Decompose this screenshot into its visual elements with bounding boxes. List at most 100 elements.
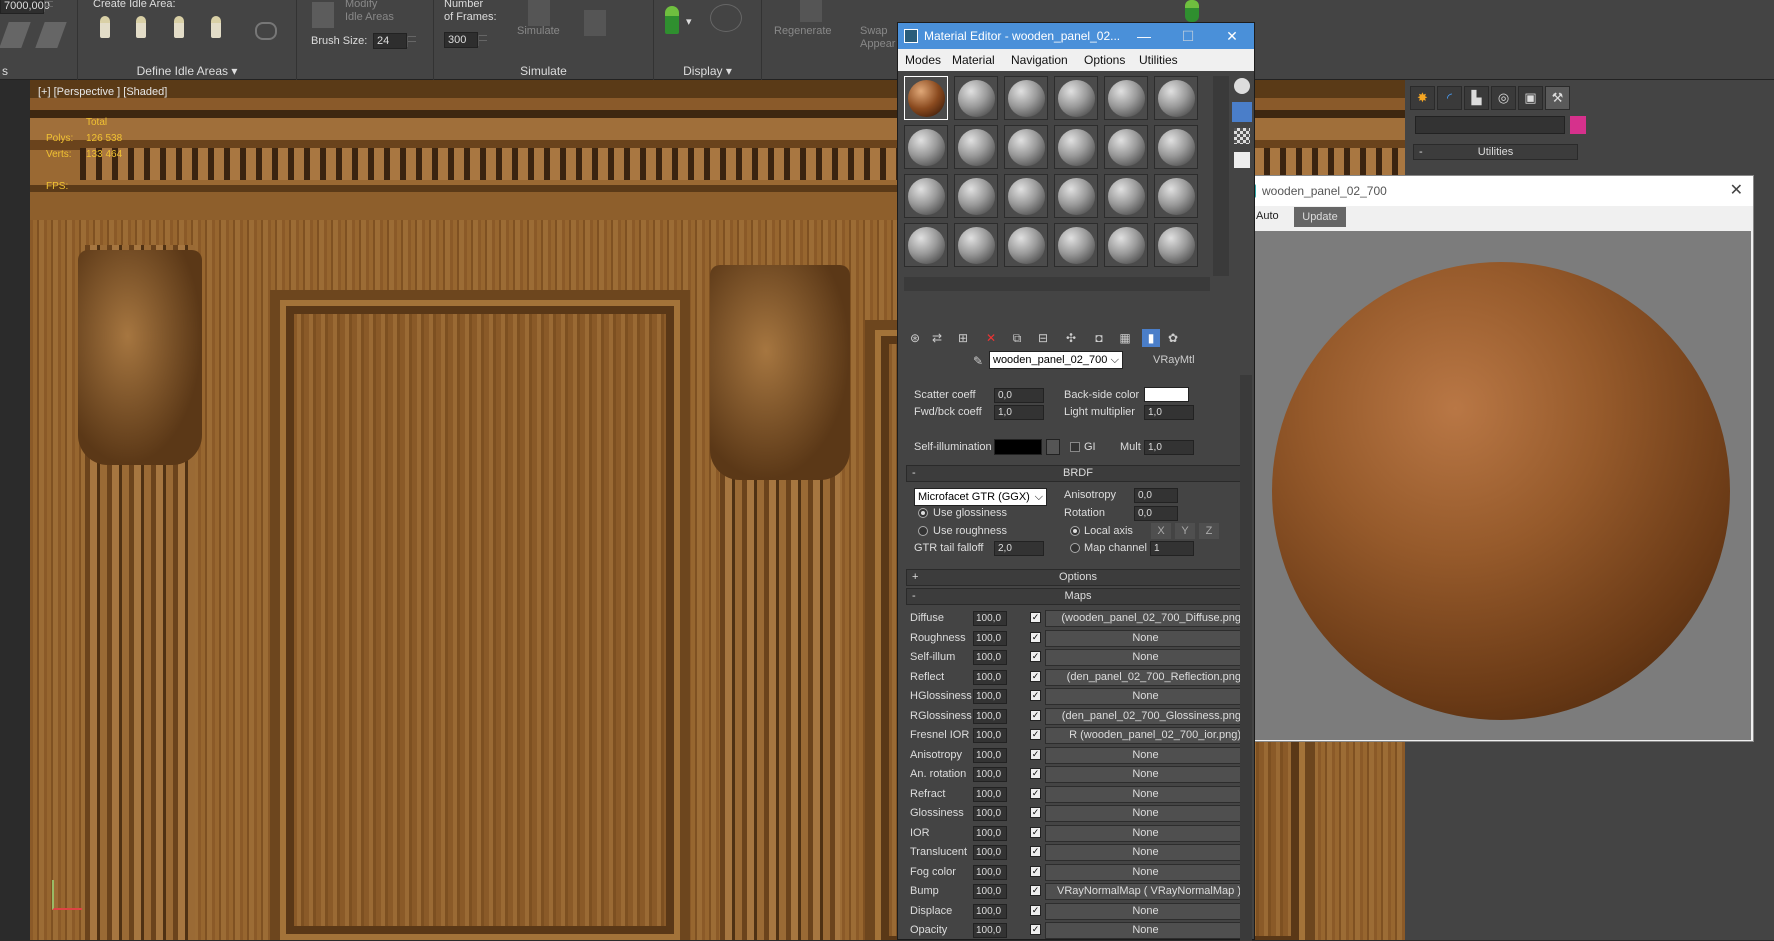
self-illumination-map-button[interactable] bbox=[1046, 439, 1060, 455]
backlight-icon[interactable] bbox=[1232, 102, 1252, 122]
map-amount-field[interactable]: 100,0 bbox=[973, 630, 1007, 646]
axis-y-button[interactable]: Y bbox=[1175, 523, 1195, 539]
material-slot[interactable] bbox=[954, 174, 998, 218]
material-slot[interactable] bbox=[1054, 76, 1098, 120]
menu-navigation[interactable]: Navigation bbox=[1011, 53, 1068, 67]
map-slot-button[interactable]: None bbox=[1045, 844, 1246, 861]
put-to-library-icon[interactable]: ⊟ bbox=[1034, 329, 1052, 347]
gi-checkbox[interactable] bbox=[1070, 442, 1080, 452]
name-field[interactable] bbox=[1415, 116, 1565, 134]
simulate-button[interactable]: Simulate bbox=[517, 25, 560, 38]
material-slot[interactable] bbox=[1004, 125, 1048, 169]
parameters-scrollbar[interactable] bbox=[1240, 375, 1252, 941]
material-editor-title-bar[interactable]: Material Editor - wooden_panel_02... — ☐… bbox=[898, 23, 1254, 49]
map-enabled-checkbox[interactable]: ✓ bbox=[1030, 670, 1041, 682]
map-amount-field[interactable]: 100,0 bbox=[973, 845, 1007, 860]
modify-tab-icon[interactable]: ◜ bbox=[1437, 86, 1462, 110]
utilities-tab-icon[interactable]: ⚒ bbox=[1545, 86, 1570, 110]
map-slot-button[interactable]: R (wooden_panel_02_700_ior.png) bbox=[1045, 727, 1246, 744]
material-slot[interactable] bbox=[1004, 76, 1048, 120]
hierarchy-tab-icon[interactable]: ▙ bbox=[1464, 86, 1489, 110]
idle-area-circle-icon[interactable] bbox=[136, 16, 158, 42]
make-unique-icon[interactable]: ⧉ bbox=[1008, 329, 1026, 347]
material-slot[interactable] bbox=[904, 125, 948, 169]
idle-area-figure-icon[interactable] bbox=[100, 16, 122, 42]
material-slot[interactable] bbox=[904, 223, 948, 267]
maximize-icon[interactable]: ☐ bbox=[1166, 23, 1210, 49]
map-enabled-checkbox[interactable]: ✓ bbox=[1030, 826, 1041, 838]
map-slot-button[interactable]: den_panel_02_700_Reflection.png) bbox=[1045, 668, 1246, 686]
preview-title-bar[interactable]: wooden_panel_02_700 ✕ bbox=[1234, 176, 1753, 206]
material-slot[interactable] bbox=[1054, 223, 1098, 267]
go-to-parent-icon[interactable]: ▮ bbox=[1142, 329, 1160, 347]
minimize-icon[interactable]: — bbox=[1122, 23, 1166, 49]
material-slot[interactable] bbox=[1104, 125, 1148, 169]
axis-z-button[interactable]: Z bbox=[1199, 523, 1219, 539]
paint-icon[interactable] bbox=[0, 22, 31, 48]
get-material-icon[interactable]: ⊛ bbox=[906, 329, 924, 347]
material-slot[interactable] bbox=[954, 125, 998, 169]
assign-material-icon[interactable]: ⊞ bbox=[954, 329, 972, 347]
material-slot[interactable] bbox=[1154, 223, 1198, 267]
map-channel-field[interactable]: 1 bbox=[1150, 541, 1194, 556]
map-enabled-checkbox[interactable]: ✓ bbox=[1030, 651, 1041, 662]
map-slot-button[interactable]: None bbox=[1045, 805, 1246, 822]
map-enabled-checkbox[interactable]: ✓ bbox=[1030, 904, 1041, 916]
material-slot[interactable] bbox=[1104, 76, 1148, 120]
map-amount-field[interactable]: 100,0 bbox=[973, 923, 1007, 938]
swap-appearance-button[interactable]: Swap Appear bbox=[860, 25, 895, 51]
material-slot[interactable] bbox=[1004, 174, 1048, 218]
map-enabled-checkbox[interactable]: ✓ bbox=[1030, 631, 1041, 643]
material-slot[interactable] bbox=[1054, 174, 1098, 218]
map-enabled-checkbox[interactable]: ✓ bbox=[1030, 768, 1041, 779]
idle-area-freeform-icon[interactable] bbox=[255, 22, 277, 40]
display-dropdown-icon[interactable]: ▾ bbox=[686, 16, 692, 29]
options-rollout[interactable]: + Options bbox=[906, 569, 1250, 586]
axis-x-button[interactable]: X bbox=[1151, 523, 1171, 539]
map-enabled-checkbox[interactable]: ✓ bbox=[1030, 924, 1041, 935]
map-slot-button[interactable]: None bbox=[1045, 746, 1246, 764]
material-slot[interactable] bbox=[1054, 125, 1098, 169]
map-slot-button[interactable]: VRayNormalMap ( VRayNormalMap ) bbox=[1045, 883, 1246, 900]
slots-horizontal-scrollbar[interactable] bbox=[904, 277, 1210, 291]
frames-spinner[interactable]: 300 bbox=[444, 32, 487, 48]
display-tab-icon[interactable]: ▣ bbox=[1518, 86, 1543, 110]
material-slot[interactable] bbox=[1104, 223, 1148, 267]
maps-rollout[interactable]: - Maps bbox=[906, 588, 1250, 605]
map-slot-button[interactable]: None bbox=[1045, 863, 1246, 881]
material-id-icon[interactable]: ✣ bbox=[1062, 329, 1080, 347]
slots-vertical-scrollbar[interactable] bbox=[1213, 76, 1229, 276]
map-amount-field[interactable]: 100,0 bbox=[973, 767, 1007, 782]
idle-area-poly-icon[interactable] bbox=[211, 16, 233, 42]
map-amount-field[interactable]: 100,0 bbox=[973, 747, 1007, 763]
material-name-field[interactable]: wooden_panel_02_700 ⌵ bbox=[989, 351, 1123, 369]
modify-idle-icon[interactable] bbox=[312, 2, 334, 28]
map-slot-button[interactable]: wooden_panel_02_700_Diffuse.png) bbox=[1045, 610, 1246, 627]
regenerate-icon[interactable] bbox=[800, 0, 822, 22]
map-amount-field[interactable]: 100,0 bbox=[973, 806, 1007, 821]
map-enabled-checkbox[interactable]: ✓ bbox=[1030, 865, 1041, 877]
utilities-rollout[interactable]: - Utilities bbox=[1413, 144, 1578, 160]
modify-idle-areas-button[interactable]: Modify Idle Areas bbox=[345, 0, 394, 24]
map-amount-field[interactable]: 100,0 bbox=[973, 864, 1007, 880]
brdf-rollout[interactable]: - BRDF bbox=[906, 465, 1250, 482]
map-amount-field[interactable]: 100,0 bbox=[973, 708, 1007, 724]
map-channel-radio[interactable] bbox=[1070, 543, 1080, 553]
map-enabled-checkbox[interactable]: ✓ bbox=[1030, 729, 1041, 740]
pencil-icon[interactable] bbox=[35, 22, 67, 48]
use-roughness-radio[interactable] bbox=[918, 526, 928, 536]
show-end-result-icon[interactable]: ▦ bbox=[1116, 329, 1134, 347]
menu-material[interactable]: Material bbox=[952, 53, 995, 67]
create-tab-icon[interactable]: ✸ bbox=[1410, 86, 1435, 110]
sample-uv-tiling-icon[interactable] bbox=[1234, 152, 1250, 168]
material-slot[interactable] bbox=[954, 76, 998, 120]
map-slot-button[interactable]: None bbox=[1045, 824, 1246, 842]
scatter-coeff-field[interactable]: 0,0 bbox=[994, 388, 1044, 403]
back-side-color-swatch[interactable] bbox=[1144, 387, 1189, 402]
map-amount-field[interactable]: 100,0 bbox=[973, 825, 1007, 841]
idle-area-rect-icon[interactable] bbox=[174, 16, 196, 42]
material-slot[interactable] bbox=[1004, 223, 1048, 267]
map-slot-button[interactable]: None bbox=[1045, 766, 1246, 783]
anisotropy-field[interactable]: 0,0 bbox=[1134, 488, 1178, 503]
figure-icon-top[interactable] bbox=[1185, 0, 1199, 22]
